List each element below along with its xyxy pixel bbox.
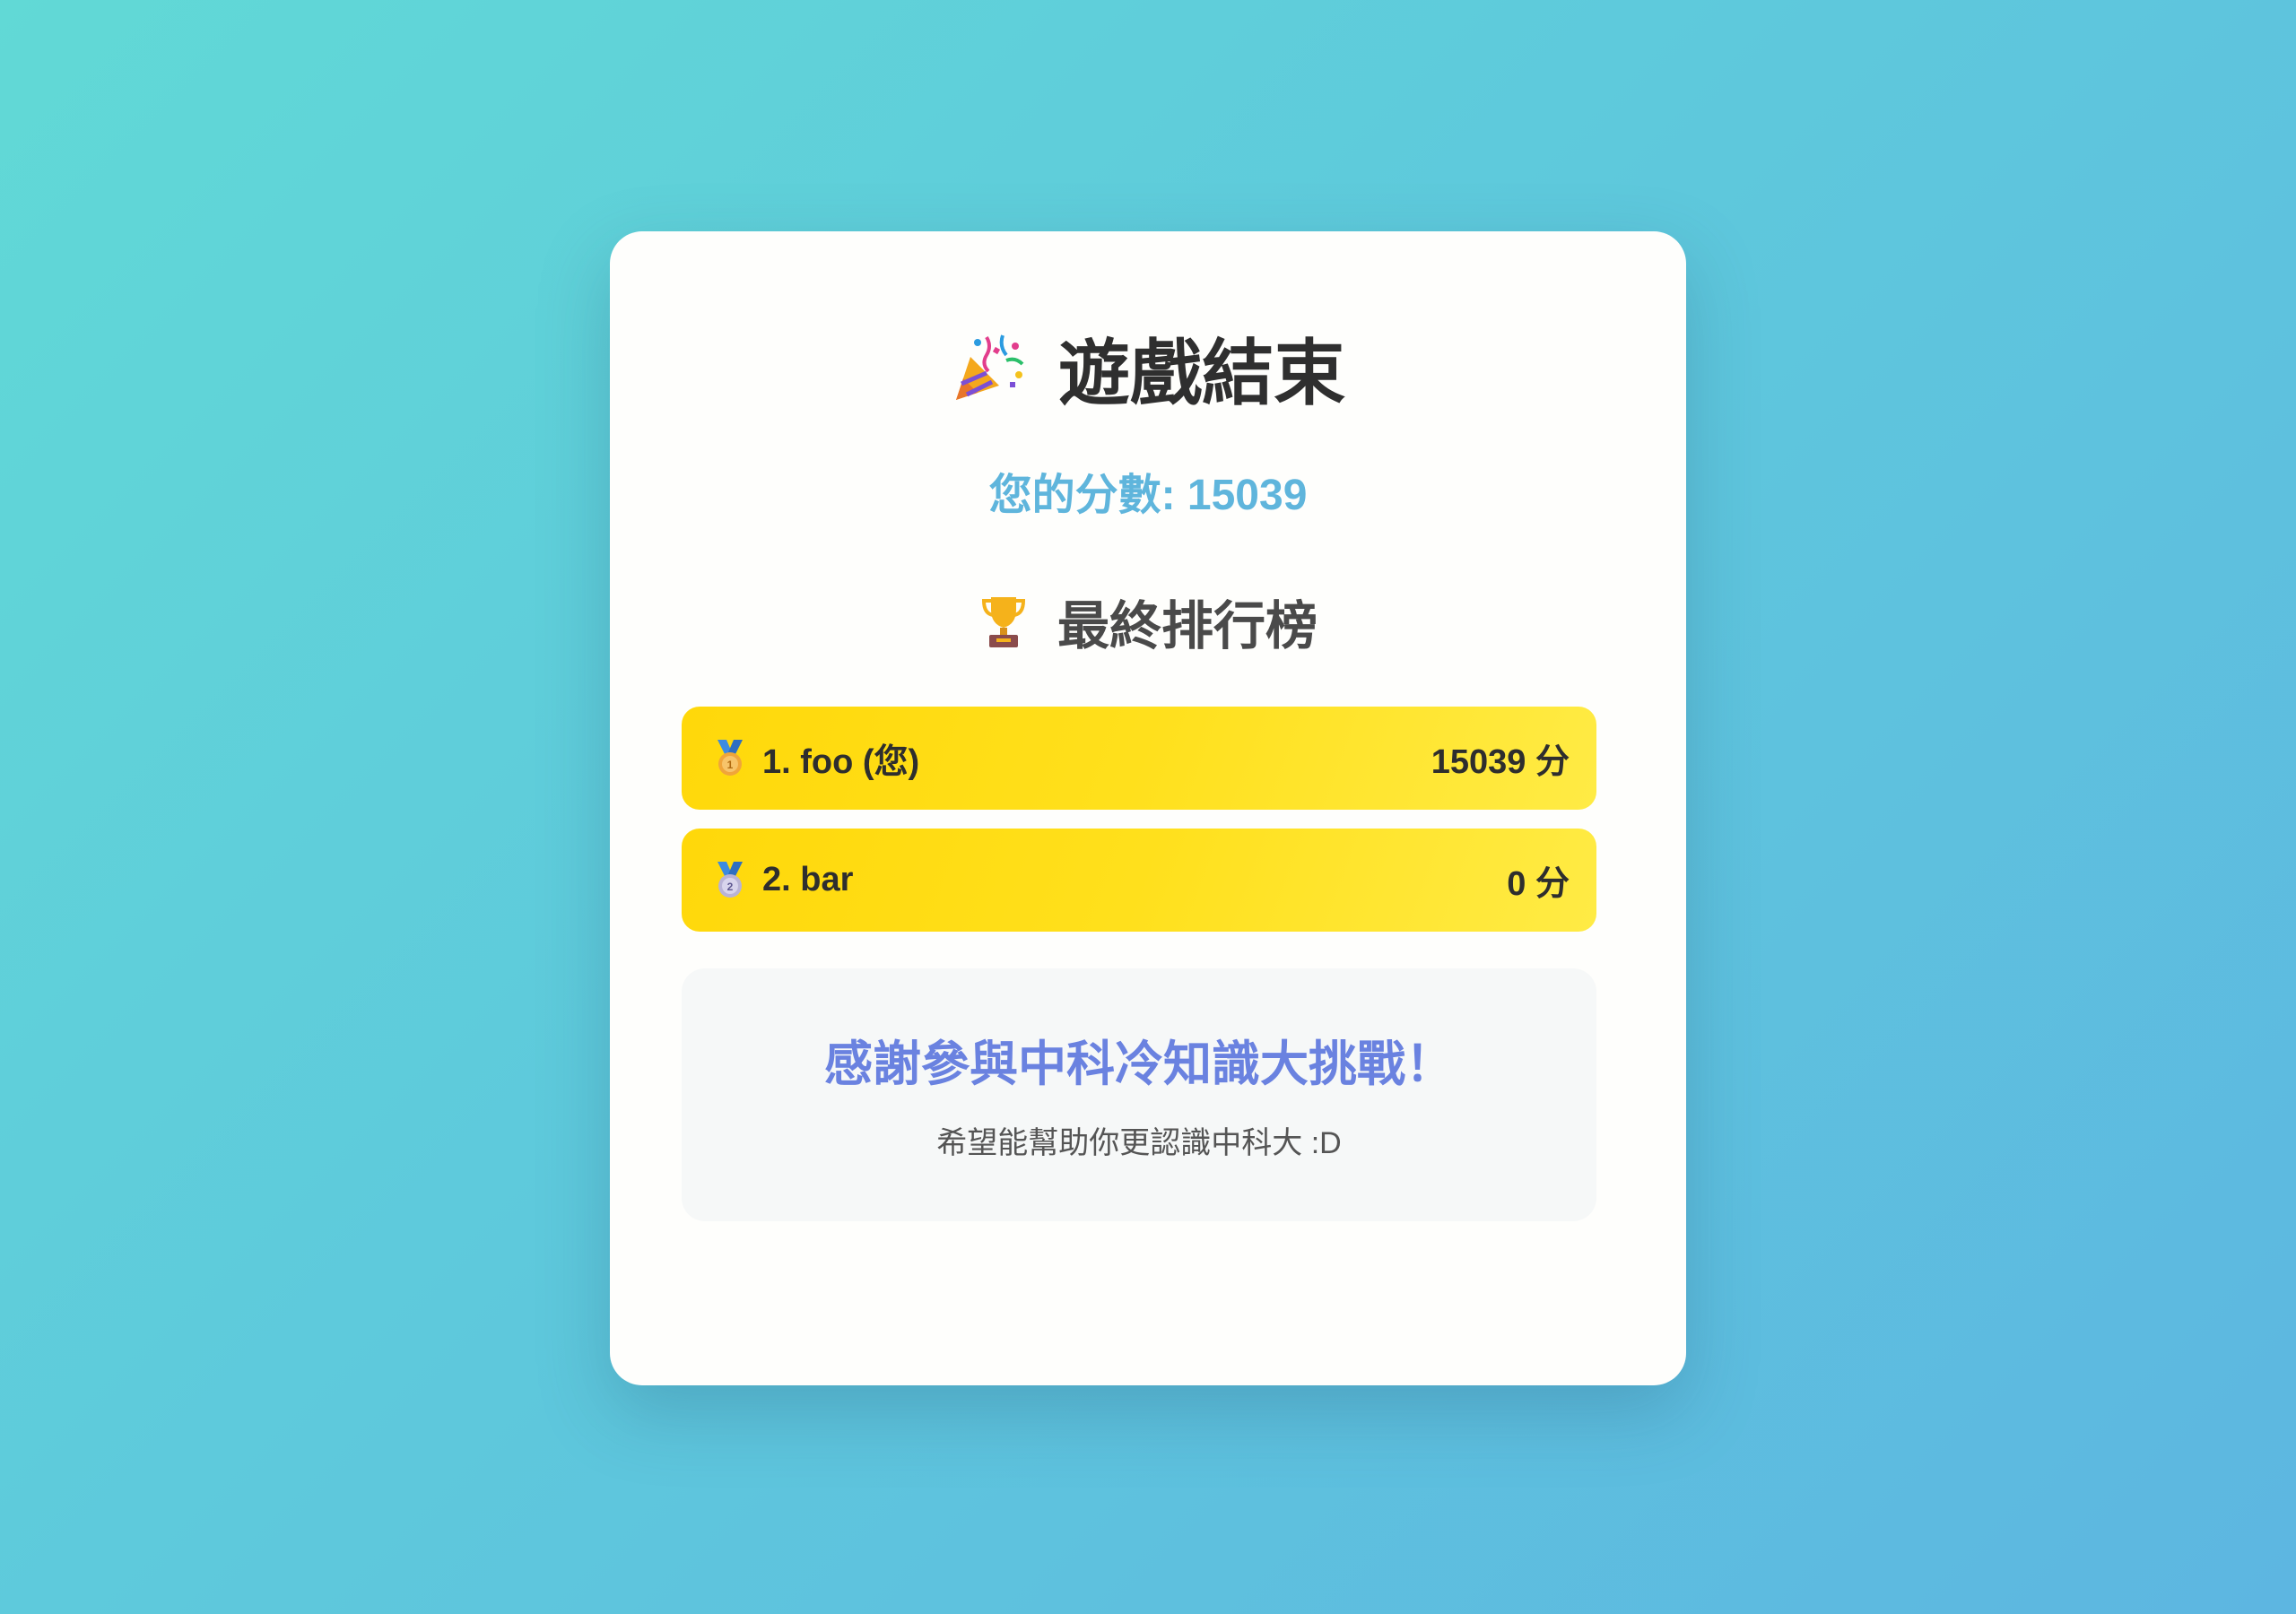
page-title: 遊戲結束 [1058, 334, 1345, 413]
party-popper-icon [956, 334, 1024, 400]
trophy-icon [981, 597, 1025, 647]
svg-text:1: 1 [727, 759, 734, 771]
silver-medal-icon: 2 [718, 861, 743, 898]
your-score: 您的分數: 15039 [988, 472, 1308, 519]
player-score: 15039 分 [1431, 743, 1570, 781]
player-name: 2. bar [762, 861, 854, 898]
player-name: 1. foo (您) [762, 743, 920, 781]
leaderboard-header: 最終排行榜 [610, 581, 1686, 662]
thanks-panel: 感謝參與中科冷知識大挑戰！ 希望能幫助你更認識中科大 :D [682, 968, 1596, 1221]
svg-text:2: 2 [727, 881, 734, 893]
gold-medal-icon: 1 [718, 739, 743, 776]
player-score: 0 分 [1507, 865, 1570, 903]
game-over-card: 遊戲結束 您的分數: 15039 最終排行榜 1 1. foo (您) 1503… [610, 231, 1686, 1385]
game-over-header: 遊戲結束 [610, 314, 1686, 421]
leaderboard-row: 2 2. bar 0 分 [682, 829, 1596, 932]
thanks-title: 感謝參與中科冷知識大挑戰！ [824, 1037, 1454, 1091]
thanks-subtitle: 希望能幫助你更認識中科大 :D [936, 1126, 1342, 1160]
leaderboard-row: 1 1. foo (您) 15039 分 [682, 707, 1596, 810]
leaderboard-title: 最終排行榜 [1057, 597, 1318, 655]
